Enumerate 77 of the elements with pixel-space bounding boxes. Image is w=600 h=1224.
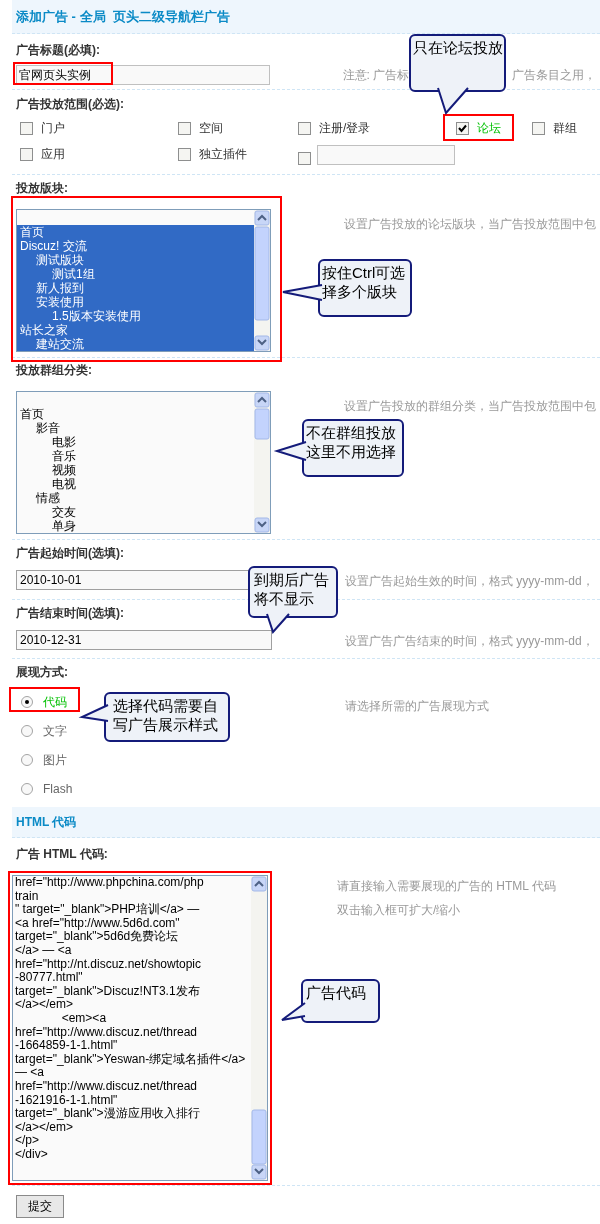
list-option[interactable]: 建站交流 [17,337,254,351]
highlight-frame [443,114,514,141]
radio-label[interactable]: 图片 [43,750,67,769]
checkbox[interactable] [298,121,311,135]
checkbox[interactable] [178,147,191,161]
section-title: HTML 代码 [16,814,77,831]
callout-tooltip-text: 只在论坛投放 [412,38,503,58]
list-option[interactable]: 首页 [17,407,254,421]
radio-button[interactable] [21,695,33,708]
checkbox[interactable] [20,147,33,161]
list-option[interactable]: 交友 [17,505,254,519]
hint-text: 广告条目之用， [512,67,596,84]
date-input[interactable]: 2010-10-01 [16,570,249,590]
hint-text: 设置广告起始生效的时间，格式 yyyy-mm-dd， [345,574,594,588]
scrollbar-drawing[interactable] [251,876,267,1180]
checkbox[interactable] [20,121,33,135]
field-label: 广告 HTML 代码: [16,846,108,863]
checkbox[interactable] [456,121,469,135]
list-option[interactable]: 视频 [17,463,254,477]
list-option[interactable]: 单身 [17,519,254,533]
list-box[interactable]: 首页 影音 电影 音乐 视频 电视 情感 交友 单身 [16,391,271,534]
list-option[interactable]: 影音 [17,421,254,435]
callout-tooltip-text: 广告代码 [305,983,367,1003]
checkbox[interactable] [178,121,191,135]
callout-tooltip-text: 到期后广告将不显示 [254,570,330,609]
checkbox-label[interactable]: 独立插件 [199,145,247,163]
submit-button[interactable]: 提交 [16,1194,64,1218]
hint-text: 设置广告广告结束的时间，格式 yyyy-mm-dd， [345,634,594,648]
radio-button[interactable] [21,724,33,737]
checkbox-label[interactable]: 注册/登录 [319,119,371,137]
list-option[interactable]: 音乐 [17,449,254,463]
hint-text: 请选择所需的广告展现方式 [345,699,489,713]
list-option[interactable]: 站长之家 [17,323,254,337]
list-option[interactable]: 情感 [17,491,254,505]
text-input[interactable] [317,145,455,165]
list-option[interactable]: 测试版块 [17,253,254,267]
title-input[interactable]: 官网页头实例 [16,65,270,85]
field-label: 投放群组分类: [16,362,92,379]
field-label: 广告起始时间(选填): [16,545,124,562]
list-option[interactable]: 测试1组 [17,267,254,281]
list-option[interactable]: 电视 [17,477,254,491]
list-option[interactable]: 首页 [17,225,254,239]
checkbox-label[interactable]: 群组 [553,119,577,137]
radio-button[interactable] [21,782,33,795]
field-label: 广告投放范围(必选): [16,96,124,113]
field-label: 广告标题(必填): [16,42,100,59]
list-box[interactable]: 首页 Discuz! 交流 测试版块 测试1组 新人报到 安装使用 1.5版本安装使用 站长之家 建站交流 [16,209,271,352]
list-option[interactable]: 1.5版本安装使用 [17,309,254,323]
checkbox-label[interactable]: 空间 [199,119,223,137]
scrollbar-drawing[interactable] [254,210,270,351]
radio-label[interactable]: Flash [43,779,73,798]
checkbox-label[interactable]: 应用 [41,145,65,163]
highlight-frame [9,687,80,712]
scrollbar-drawing[interactable] [254,392,270,533]
list-option[interactable]: Discuz! 交流 [17,239,254,253]
field-label: 投放版块: [16,180,68,197]
checkbox[interactable] [532,121,545,135]
field-label: 展现方式: [16,664,68,681]
callout-tooltip-text: 选择代码需要自写广告展示样式 [113,696,219,735]
code-text: href="http://www.phpchina.com/php train " target="_blank">PHP培训</a> — <a href="http://www.5d6d.com" target="_blank">5d6d免费论坛 </a> — <a href="http://nt.discuz.net/showtopic -80777.html" target="_blank">Discuz!NT3.1发布 </a></em> <em><a href="http://www.discuz.net/thread -1664859-1-1.html" target="_blank">Yeswan-绑定域名插件</a> — <a href="http://www.discuz.net/thread -1621916-1-1.html" target="_blank">漫游应用收入排行 </a></em> </p> </div> [14,876,247,1162]
list-option[interactable]: 电影 [17,435,254,449]
checkbox[interactable] [298,152,311,165]
checkbox-label[interactable]: 门户 [41,119,65,137]
hint-text: 双击输入框可扩大/缩小 [337,902,462,919]
field-label: 广告结束时间(选填): [16,605,124,622]
list-option[interactable]: 安装使用 [17,295,254,309]
radio-button[interactable] [21,753,33,766]
hint-text: 设置广告投放的论坛版块，当广告投放范围中包 [344,217,596,231]
callout-tooltip-text: 不在群组投放这里不用选择 [306,423,397,462]
section-title: 添加广告 - 全局 页头二级导航栏广告 [16,7,230,26]
callout-tooltip-text: 按住Ctrl可选择多个版块 [322,263,407,302]
hint-text: 请直接输入需要展现的广告的 HTML 代码 [337,878,556,895]
list-option[interactable]: 新人报到 [17,281,254,295]
date-input[interactable]: 2010-12-31 [16,630,272,650]
hint-text: 注意: 广告标 [342,67,410,84]
hint-text: 设置广告投放的群组分类，当广告投放范围中包 [344,399,596,413]
radio-label[interactable]: 文字 [43,721,67,740]
